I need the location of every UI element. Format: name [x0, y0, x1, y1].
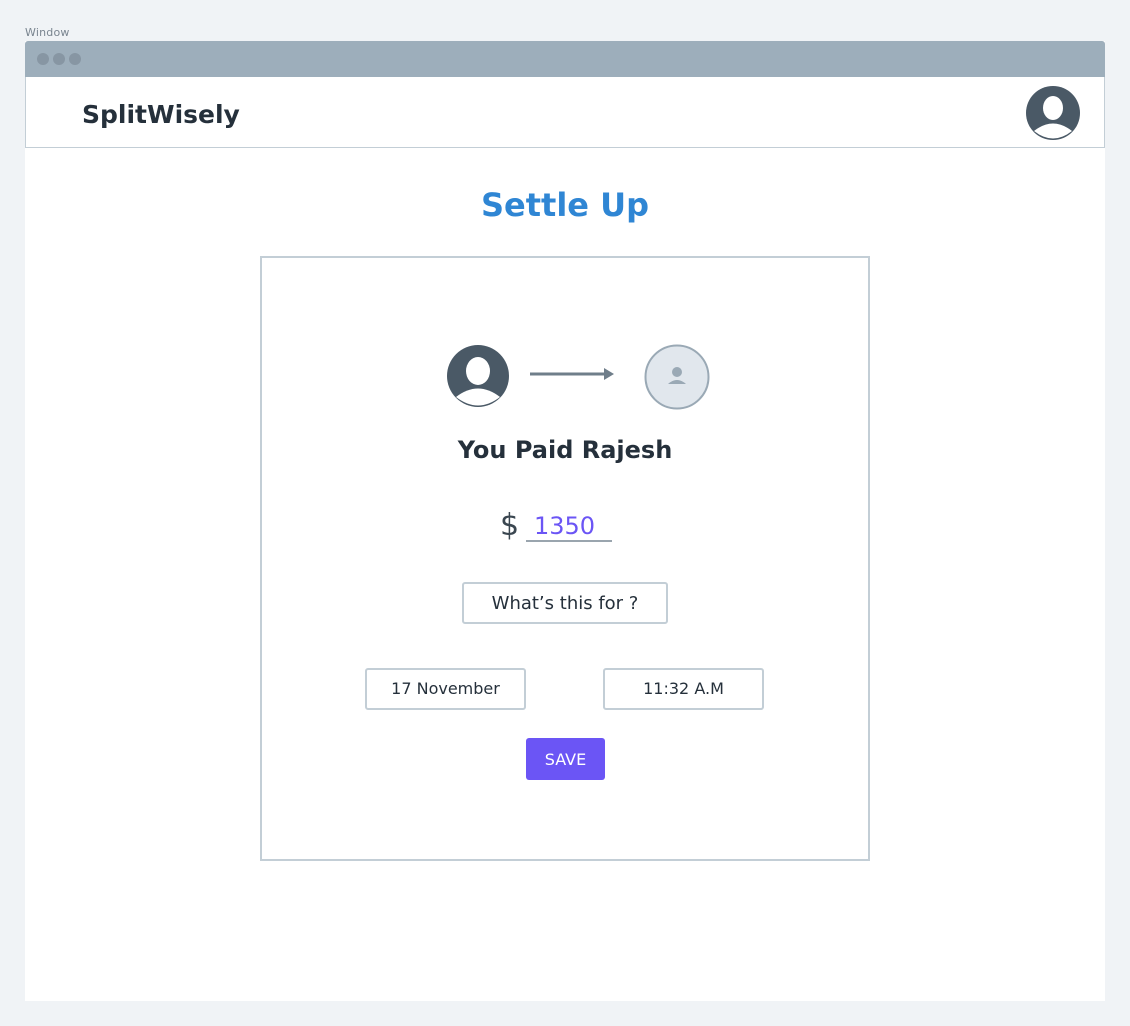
window-control-dot[interactable] — [69, 53, 81, 65]
arrow-right-icon — [530, 366, 616, 380]
currency-symbol: $ — [500, 508, 520, 543]
date-field[interactable]: 17 November — [365, 668, 526, 710]
window-control-dot[interactable] — [37, 53, 49, 65]
time-field[interactable]: 11:32 A.M — [603, 668, 764, 710]
payer-avatar-icon — [446, 344, 510, 408]
amount-input[interactable] — [526, 512, 612, 542]
brand-logo[interactable]: SplitWisely — [82, 100, 240, 129]
payee-avatar-icon[interactable] — [644, 344, 710, 410]
settle-up-card: You Paid Rajesh $ 17 November 11:32 A.M … — [260, 256, 870, 861]
profile-avatar-icon[interactable] — [1026, 86, 1080, 140]
app-window: SplitWisely Settle Up You Paid Rajesh $ … — [25, 41, 1105, 1001]
amount-row: $ — [500, 508, 640, 544]
window-titlebar[interactable] — [25, 41, 1105, 77]
page-title: Settle Up — [480, 186, 650, 224]
payment-summary: You Paid Rajesh — [457, 436, 673, 464]
description-input[interactable] — [462, 582, 668, 624]
window-control-dot[interactable] — [53, 53, 65, 65]
save-button[interactable]: SAVE — [526, 738, 605, 780]
window-caption: Window — [25, 26, 70, 39]
app-header: SplitWisely — [25, 77, 1105, 148]
